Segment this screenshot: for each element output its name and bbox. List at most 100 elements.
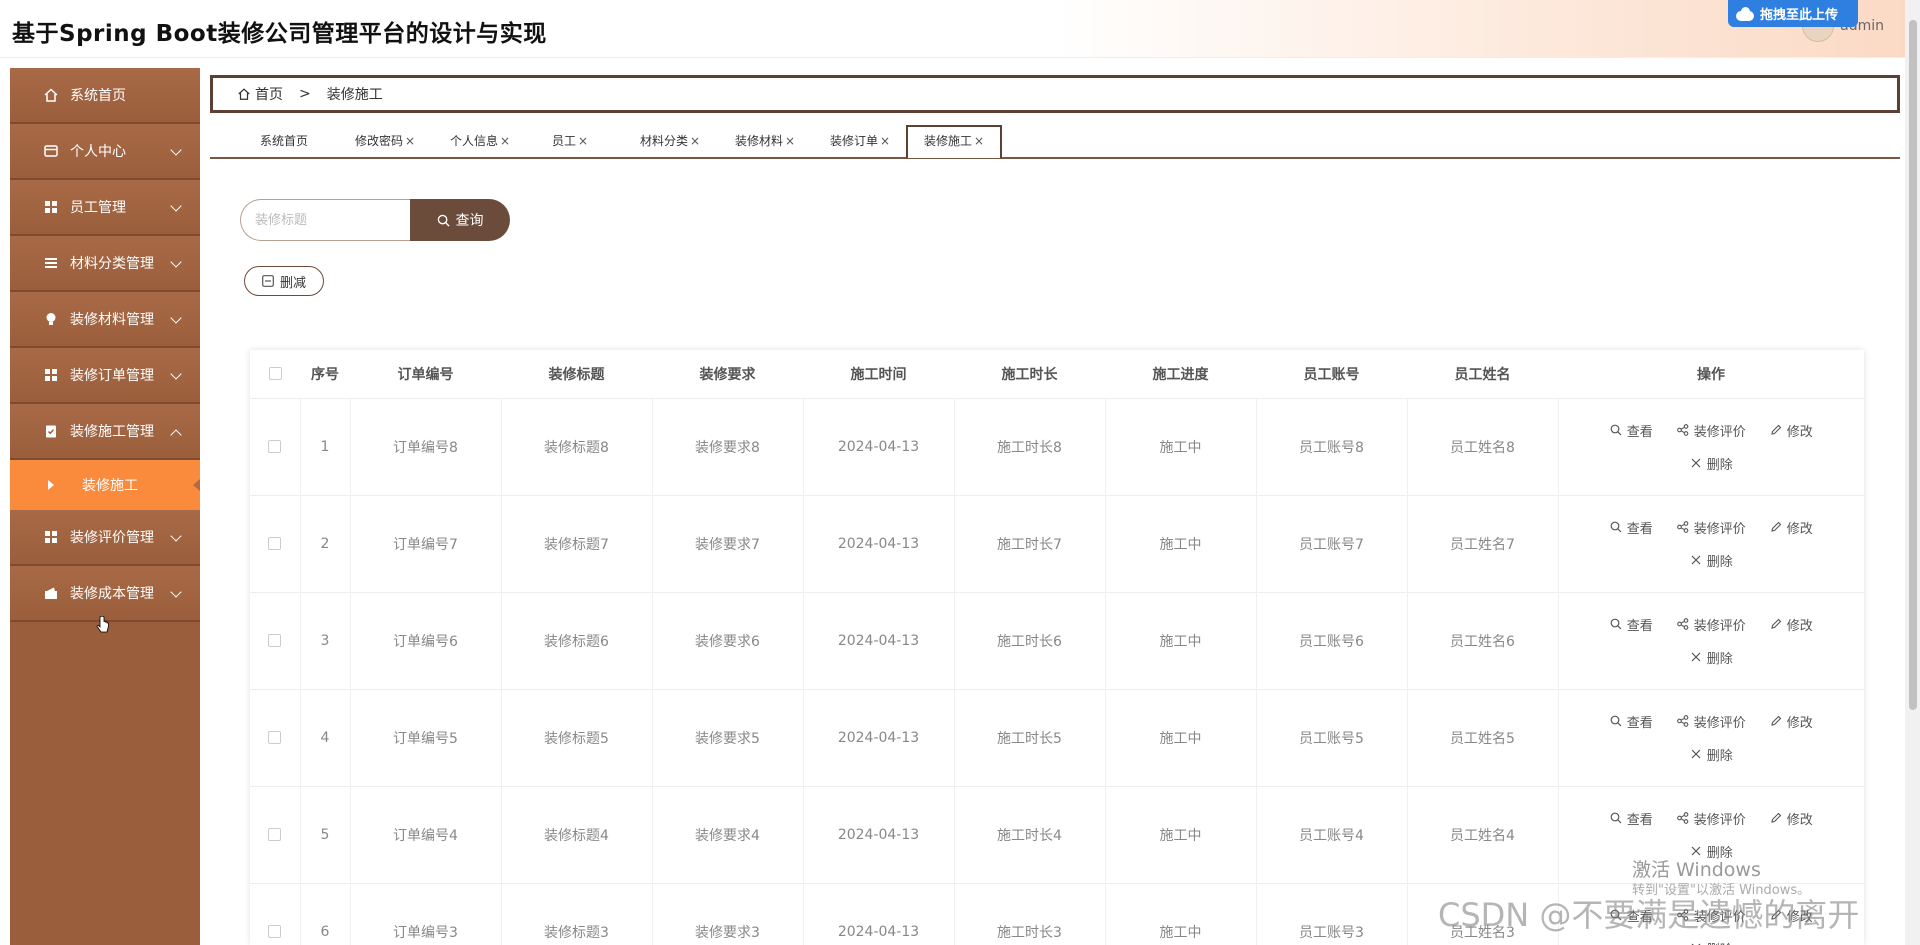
view-button[interactable]: 查看 — [1610, 615, 1653, 634]
edit-button[interactable]: 修改 — [1770, 518, 1813, 537]
checkbox[interactable] — [268, 925, 282, 939]
edit-button[interactable]: 修改 — [1770, 615, 1813, 634]
delete-button[interactable]: 删除 — [1690, 454, 1733, 473]
row-select[interactable] — [250, 494, 301, 592]
delete-button[interactable]: 删除 — [1690, 648, 1733, 667]
view-button[interactable]: 查看 — [1610, 518, 1653, 537]
sidebar-subitem-construction[interactable]: 装修施工 — [10, 460, 200, 510]
view-button[interactable]: 查看 — [1610, 809, 1653, 828]
sidebar-item-materials[interactable]: 装修材料管理 — [10, 292, 200, 348]
data-table: 序号 订单编号 装修标题 装修要求 施工时间 施工时长 施工进度 员工账号 员工… — [250, 350, 1864, 945]
delete-button[interactable]: 删除 — [1690, 939, 1733, 945]
search-icon — [1610, 715, 1622, 727]
action-label: 查看 — [1626, 521, 1653, 537]
sidebar-item-label: 装修评价管理 — [70, 530, 154, 546]
close-icon[interactable]: × — [974, 134, 984, 148]
table-cell: 员工账号3 — [1256, 882, 1408, 945]
tab-construction[interactable]: 装修施工 × — [906, 125, 1003, 158]
tab-change-password[interactable]: 修改密码 × — [355, 124, 415, 158]
review-button[interactable]: 装修评价 — [1676, 712, 1746, 731]
tab-materials[interactable]: 装修材料 × — [735, 124, 795, 158]
search-input[interactable] — [240, 199, 410, 241]
header-select-all[interactable] — [250, 350, 300, 398]
sidebar-item-label: 装修施工管理 — [70, 424, 154, 440]
row-select[interactable] — [250, 688, 301, 786]
checkbox[interactable] — [268, 367, 282, 381]
tab-orders[interactable]: 装修订单 × — [830, 124, 890, 158]
sidebar-item-staff[interactable]: 员工管理 — [10, 180, 200, 236]
tab-material-category[interactable]: 材料分类 × — [640, 124, 700, 158]
sidebar-item-personal-center[interactable]: 个人中心 — [10, 124, 200, 180]
vertical-scrollbar[interactable] — [1905, 0, 1920, 945]
tab-staff[interactable]: 员工 × — [552, 124, 588, 158]
row-select[interactable] — [250, 591, 301, 689]
close-icon — [1690, 457, 1702, 469]
review-button[interactable]: 装修评价 — [1676, 421, 1746, 440]
sidebar-item-label: 员工管理 — [70, 200, 126, 216]
action-label: 查看 — [1626, 618, 1653, 634]
checkbox[interactable] — [268, 634, 282, 647]
cloud-icon — [1736, 6, 1754, 21]
row-select[interactable] — [250, 785, 301, 883]
table-cell: 装修标题7 — [501, 494, 653, 592]
edit-button[interactable]: 修改 — [1770, 809, 1813, 828]
close-icon[interactable]: × — [690, 134, 700, 148]
table-cell: 2024-04-13 — [803, 688, 955, 786]
tab-label: 材料分类 — [640, 134, 689, 148]
checkbox[interactable] — [268, 537, 282, 550]
share-icon — [1676, 521, 1689, 533]
view-button[interactable]: 查看 — [1610, 712, 1653, 731]
table-cell: 施工中 — [1105, 688, 1257, 786]
sidebar-item-construction[interactable]: 装修施工管理 — [10, 404, 200, 460]
tab-personal-info[interactable]: 个人信息 × — [450, 124, 510, 158]
sidebar-item-costs[interactable]: 装修成本管理 — [10, 566, 200, 622]
caret-right-icon — [48, 480, 54, 490]
tab-label: 修改密码 — [355, 134, 404, 148]
hand-cursor-icon — [96, 616, 109, 633]
upload-drop-chip[interactable]: 拖拽至此上传 — [1728, 0, 1858, 27]
tab-home[interactable]: 系统首页 — [260, 124, 308, 158]
breadcrumb-home-label: 首页 — [255, 87, 283, 103]
action-label: 修改 — [1786, 618, 1813, 634]
search-button[interactable]: 查询 — [410, 199, 510, 241]
sidebar-item-orders[interactable]: 装修订单管理 — [10, 348, 200, 404]
close-icon[interactable]: × — [500, 134, 510, 148]
review-button[interactable]: 装修评价 — [1676, 518, 1746, 537]
table-cell: 施工中 — [1105, 882, 1257, 945]
sidebar-item-reviews[interactable]: 装修评价管理 — [10, 510, 200, 566]
share-icon — [1676, 812, 1689, 824]
column-header: 装修要求 — [652, 350, 803, 398]
close-icon[interactable]: × — [785, 134, 795, 148]
close-icon[interactable]: × — [880, 134, 890, 148]
delete-button[interactable]: 删除 — [1690, 745, 1733, 764]
table-cell: 施工中 — [1105, 785, 1257, 883]
review-button[interactable]: 装修评价 — [1676, 615, 1746, 634]
bulb-icon — [42, 310, 60, 328]
review-button[interactable]: 装修评价 — [1676, 809, 1746, 828]
close-icon[interactable]: × — [578, 134, 588, 148]
checkbox[interactable] — [268, 828, 282, 841]
breadcrumb-separator: > — [299, 86, 311, 102]
tab-bar: 系统首页 修改密码 × 个人信息 × 员工 × 材料分类 × 装修材料 × 装修订单 × 装… — [210, 124, 1900, 159]
sidebar-item-material-category[interactable]: 材料分类管理 — [10, 236, 200, 292]
view-button[interactable]: 查看 — [1610, 421, 1653, 440]
table-cell: 装修要求4 — [652, 785, 804, 883]
tab-label: 装修施工 — [924, 134, 973, 148]
checkbox[interactable] — [268, 731, 282, 744]
breadcrumb-home[interactable]: 首页 — [237, 84, 283, 104]
edit-button[interactable]: 修改 — [1770, 421, 1813, 440]
row-select[interactable] — [250, 882, 301, 945]
delete-button[interactable]: 删除 — [1690, 551, 1733, 570]
edit-button[interactable]: 修改 — [1770, 712, 1813, 731]
table-cell: 订单编号5 — [350, 688, 502, 786]
close-icon[interactable]: × — [405, 134, 415, 148]
row-select[interactable] — [250, 397, 301, 495]
sidebar-item-home[interactable]: 系统首页 — [10, 68, 200, 124]
column-header: 员工姓名 — [1407, 350, 1558, 398]
scrollbar-thumb[interactable] — [1909, 20, 1917, 710]
sidebar-item-label: 装修材料管理 — [70, 312, 154, 328]
batch-delete-button[interactable]: 删减 — [244, 266, 324, 296]
table-row: 3 订单编号6 装修标题6 装修要求6 2024-04-13 施工时长6 施工中 员工账号6 员… — [250, 591, 1864, 689]
checkbox[interactable] — [268, 440, 282, 453]
table-cell: 装修标题3 — [501, 882, 653, 945]
